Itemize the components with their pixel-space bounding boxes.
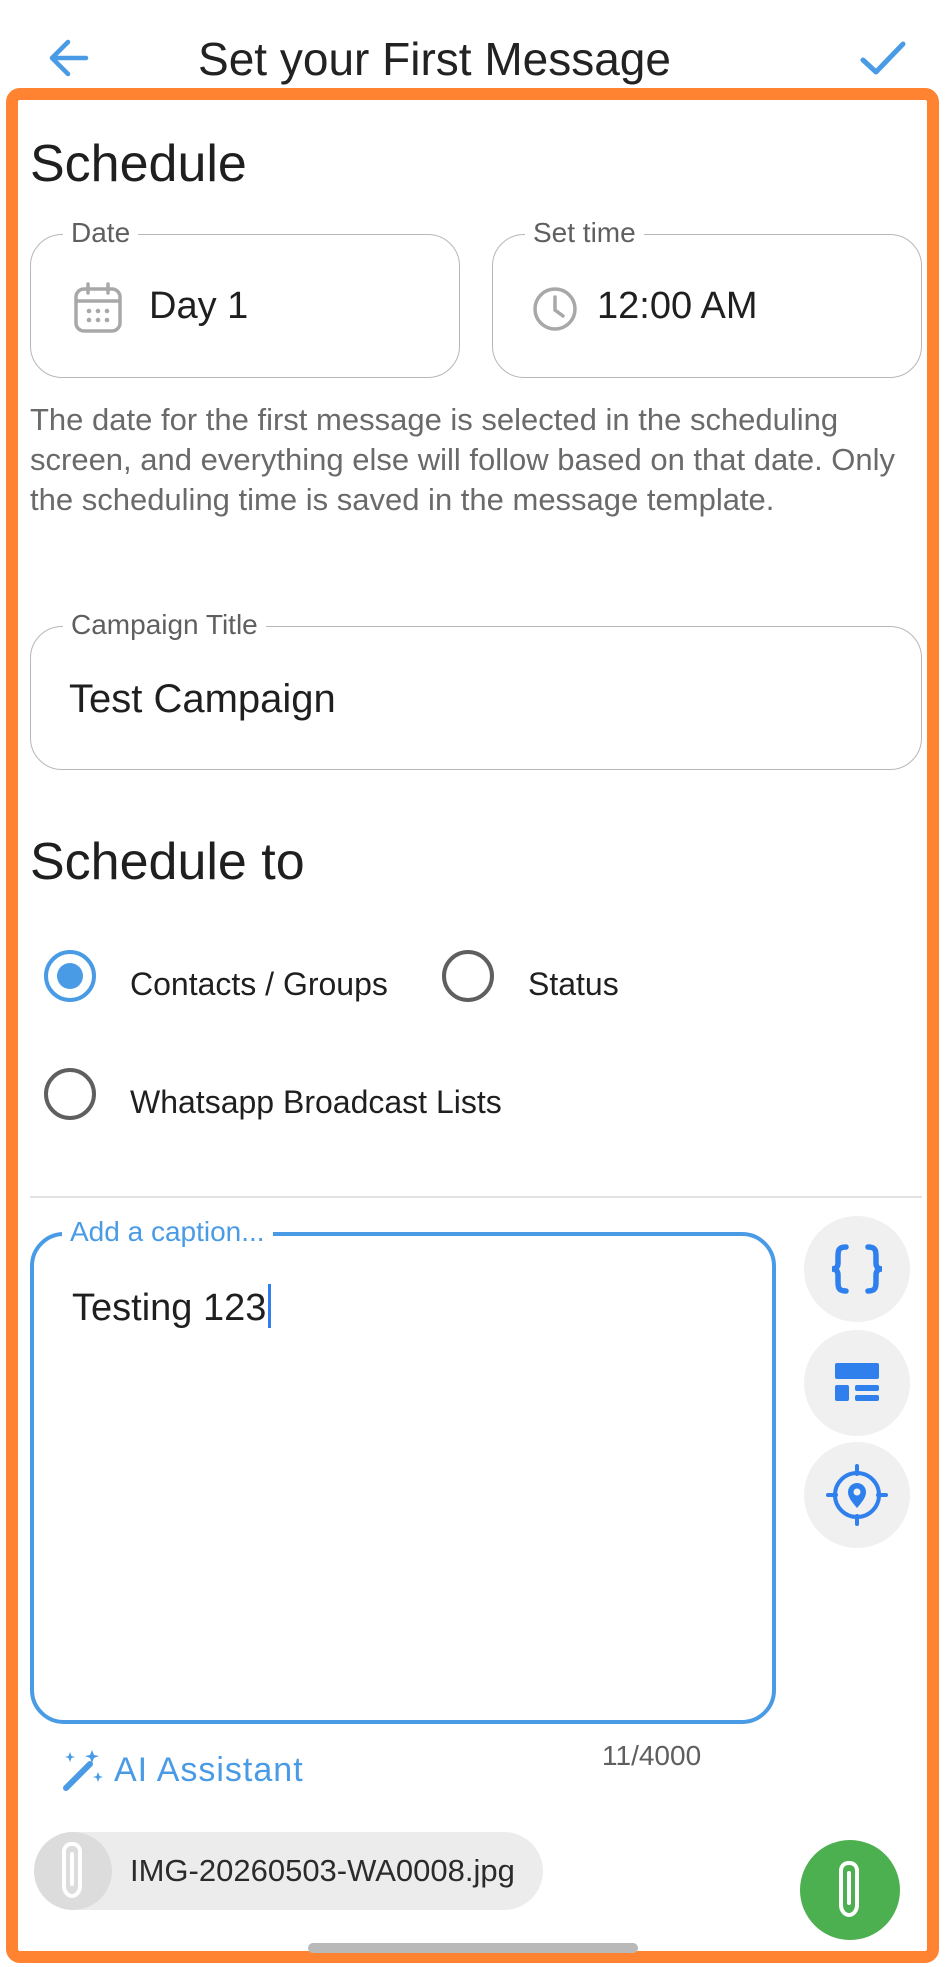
- caption-value: Testing 123: [72, 1287, 267, 1329]
- location-target-icon: [826, 1464, 888, 1526]
- character-counter: 11/4000: [602, 1740, 702, 1771]
- text-cursor: [268, 1284, 272, 1328]
- clock-icon: [533, 287, 577, 331]
- content-frame: Schedule Date Day 1 Set time 12:00 AM Th…: [6, 88, 939, 1963]
- time-label: Set time: [525, 215, 644, 251]
- caption-label: Add a caption...: [62, 1214, 273, 1250]
- campaign-title-label: Campaign Title: [63, 607, 266, 643]
- template-layout-icon: [835, 1363, 879, 1401]
- campaign-title-value: Test Campaign: [69, 677, 336, 721]
- page-title: Set your First Message: [198, 33, 671, 85]
- calendar-icon: [74, 282, 122, 333]
- radio-broadcast-lists-label[interactable]: Whatsapp Broadcast Lists: [130, 1084, 502, 1121]
- radio-broadcast-lists[interactable]: [44, 1068, 96, 1120]
- attach-file-button[interactable]: [800, 1840, 900, 1940]
- caption-input[interactable]: Add a caption... Testing 123: [30, 1214, 776, 1724]
- campaign-title-field[interactable]: Campaign Title Test Campaign: [30, 607, 922, 770]
- location-button[interactable]: [804, 1442, 910, 1548]
- templates-button[interactable]: [804, 1330, 910, 1436]
- attachment-chip-icon: [34, 1832, 112, 1910]
- variables-button[interactable]: [804, 1216, 910, 1322]
- attachment-chip[interactable]: IMG-20260503-WA0008.jpg: [34, 1832, 543, 1910]
- schedule-to-heading: Schedule to: [30, 833, 305, 891]
- app-bar: Set your First Message: [0, 0, 945, 95]
- home-indicator: [308, 1943, 638, 1953]
- time-field[interactable]: Set time 12:00 AM: [492, 215, 922, 378]
- schedule-heading: Schedule: [30, 135, 247, 193]
- date-label: Date: [63, 215, 139, 251]
- paperclip-icon: [62, 1841, 82, 1899]
- radio-status-label[interactable]: Status: [528, 966, 619, 1003]
- confirm-button[interactable]: [855, 30, 911, 86]
- checkmark-icon: [860, 41, 906, 75]
- attachment-filename: IMG-20260503-WA0008.jpg: [130, 1853, 515, 1888]
- ai-assistant-button[interactable]: AI Assistant: [58, 1746, 304, 1794]
- magic-wand-icon: [63, 1750, 103, 1791]
- divider: [30, 1196, 922, 1198]
- radio-contacts-groups-label[interactable]: Contacts / Groups: [130, 966, 388, 1003]
- schedule-helper-text: The date for the first message is select…: [30, 402, 896, 517]
- radio-status[interactable]: [442, 950, 494, 1002]
- date-field[interactable]: Date Day 1: [30, 215, 460, 378]
- caption-text: Testing 123: [72, 1284, 272, 1330]
- ai-assistant-label: AI Assistant: [114, 1750, 304, 1789]
- curly-braces-icon: [831, 1244, 883, 1294]
- time-value: 12:00 AM: [597, 285, 758, 327]
- date-value: Day 1: [149, 285, 249, 327]
- screen: Set your First Message Schedule Date Day…: [0, 0, 945, 1967]
- radio-contacts-groups[interactable]: [44, 950, 96, 1002]
- paperclip-icon: [839, 1860, 859, 1918]
